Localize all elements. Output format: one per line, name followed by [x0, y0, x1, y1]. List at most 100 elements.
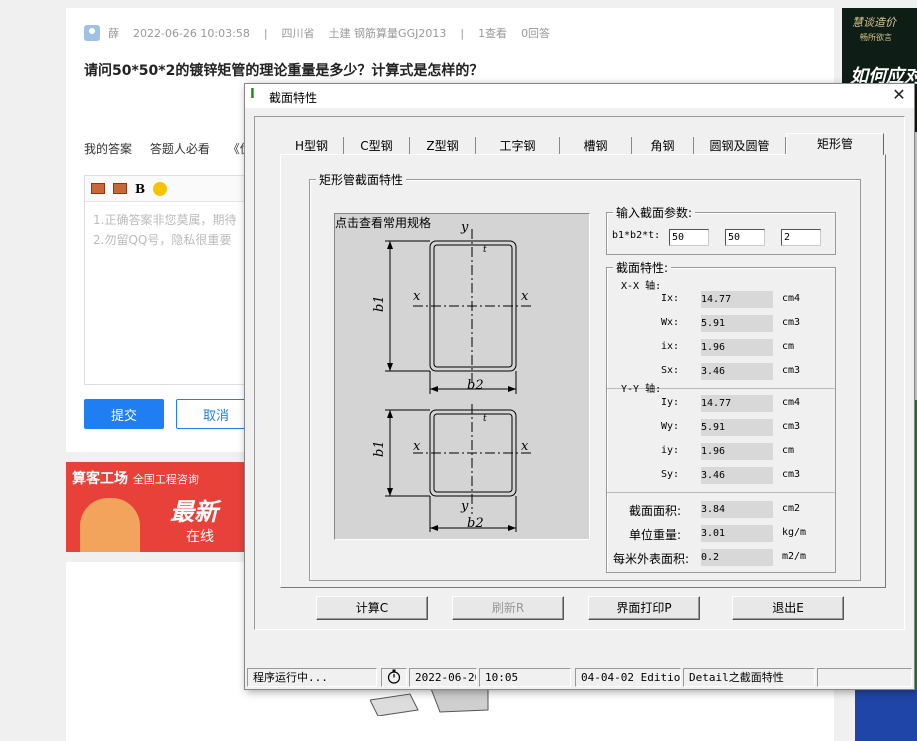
properties-title: 截面特性: [613, 259, 672, 276]
image-icon[interactable] [91, 183, 105, 194]
dim-label-b2: b2 [467, 516, 484, 531]
tab-c-steel[interactable]: C型钢 [344, 137, 410, 155]
iy-label: Iy: [661, 397, 680, 408]
params-label: b1*b2*t: [612, 230, 661, 241]
view-count: 1查看 [478, 27, 508, 40]
tab-h-steel[interactable]: H型钢 [280, 137, 344, 155]
radius-y-label: iy: [661, 445, 680, 456]
avatar[interactable] [84, 25, 100, 41]
section-diagram[interactable]: 点击查看常用规格 y x x b2 b1 t x x y b2 b1 t [334, 213, 590, 540]
banner-headline: 最新 [170, 498, 218, 526]
exit-button[interactable]: 退出E [732, 596, 844, 620]
radius-x-unit: cm [782, 341, 795, 352]
status-edition: 04-04-02 Edition [575, 668, 681, 687]
dim-label-b2: b2 [467, 378, 484, 393]
banner-figure [80, 498, 140, 552]
status-detail: Detail之截面特性 [683, 668, 815, 687]
answer-tabs: 我的答案 答题人必看 《优 [84, 140, 266, 157]
wy-label: Wy: [661, 421, 680, 432]
ix-label: Ix: [661, 293, 680, 304]
surface-area-value: 0.2 [701, 549, 773, 566]
tab-my-answer[interactable]: 我的答案 [84, 142, 132, 156]
answer-count: 0回答 [521, 27, 551, 40]
tab-angle[interactable]: 角钢 [632, 137, 694, 155]
radius-x-value: 1.96 [701, 339, 773, 356]
tab-channel[interactable]: 槽钢 [560, 137, 632, 155]
surface-area-label: 每米外表面积: [613, 552, 690, 566]
radius-x-label: ix: [661, 341, 680, 352]
iy-unit: cm4 [782, 397, 801, 408]
ix-unit: cm4 [782, 293, 801, 304]
refresh-button[interactable]: 刷新R [452, 596, 564, 620]
region: 四川省 [281, 27, 315, 40]
wy-value: 5.91 [701, 419, 773, 436]
sx-unit: cm3 [782, 365, 801, 376]
surface-area-unit: m2/m [782, 551, 807, 562]
thickness-label: t [483, 414, 487, 424]
tab-round[interactable]: 圆钢及圆管 [694, 137, 786, 155]
radius-y-unit: cm [782, 445, 795, 456]
dialog-title: 截面特性 [269, 91, 318, 105]
meta-separator: | [263, 26, 268, 40]
thickness-label: t [483, 245, 487, 255]
placeholder-line: 1.正确答案非您莫属，期待 [93, 213, 237, 227]
answer-editor[interactable]: B 1.正确答案非您莫属，期待 2.勿留QQ号，隐私很重要 [84, 175, 264, 385]
status-date: 2022-06-26 [409, 668, 477, 687]
tab-i-beam[interactable]: 工字钢 [476, 137, 560, 155]
editor-placeholder[interactable]: 1.正确答案非您莫属，期待 2.勿留QQ号，隐私很重要 [85, 202, 263, 258]
axis-label-x: x [521, 289, 529, 304]
timer-icon-cell [381, 668, 407, 687]
stopwatch-icon [387, 669, 401, 684]
profile-tabs: H型钢 C型钢 Z型钢 工字钢 槽钢 角钢 圆钢及圆管 矩形管 [280, 133, 885, 155]
dim-label-b1: b1 [372, 440, 387, 457]
status-state: 程序运行中... [247, 668, 377, 687]
section-properties-dialog: I 截面特性 ✕ H型钢 C型钢 Z型钢 工字钢 槽钢 角钢 圆钢及圆管 矩形管… [244, 83, 915, 690]
post-datetime: 2022-06-26 10:03:58 [133, 26, 250, 40]
t-input[interactable]: 2 [781, 229, 821, 246]
editor-toolbar: B [85, 176, 263, 202]
side-ad-logo-text: 慧谈造价 [852, 16, 896, 29]
axis-label-x: x [413, 439, 421, 454]
tab-rect-tube[interactable]: 矩形管 [786, 133, 884, 155]
b1-input[interactable]: 50 [669, 229, 709, 246]
axis-label-y: y [460, 499, 469, 514]
iy-value: 14.77 [701, 395, 773, 412]
calculate-button[interactable]: 计算C [316, 596, 428, 620]
close-icon[interactable]: ✕ [890, 86, 908, 104]
area-unit: cm2 [782, 503, 801, 514]
unit-weight-unit: kg/m [782, 527, 807, 538]
wx-value: 5.91 [701, 315, 773, 332]
app-icon: I [250, 87, 255, 102]
submit-button[interactable]: 提交 [84, 399, 164, 429]
status-extra [817, 668, 912, 687]
ix-value: 14.77 [701, 291, 773, 308]
axis-label-x: x [521, 439, 529, 454]
tab-z-steel[interactable]: Z型钢 [410, 137, 476, 155]
group-title: 矩形管截面特性 [316, 171, 407, 188]
author-name[interactable]: 薛 [108, 25, 119, 41]
axis-label-x: x [413, 289, 421, 304]
wx-unit: cm3 [782, 317, 801, 328]
bold-button[interactable]: B [135, 182, 145, 196]
print-button[interactable]: 界面打印P [588, 596, 700, 620]
sy-value: 3.46 [701, 467, 773, 484]
area-value: 3.84 [701, 501, 773, 518]
side-ad-strip [855, 690, 917, 741]
status-bar: 程序运行中... 2022-06-26 10:05 04-04-02 Editi… [245, 665, 914, 689]
input-params-title: 输入截面参数: [613, 204, 696, 221]
placeholder-line: 2.勿留QQ号，隐私很重要 [93, 233, 232, 247]
dialog-titlebar[interactable]: I 截面特性 ✕ [245, 84, 914, 108]
unit-weight-label: 单位重量: [629, 528, 682, 542]
meta-separator: | [460, 26, 465, 40]
ad-banner[interactable]: 算客工场 全国工程咨询 最新 在线 [66, 462, 244, 552]
illustration-hand [370, 686, 489, 716]
category[interactable]: 土建 钢筋算量GGJ2013 [329, 25, 447, 41]
wy-unit: cm3 [782, 421, 801, 432]
section-drawing: y x x b2 b1 t x x y b2 b1 t [372, 220, 533, 532]
b2-input[interactable]: 50 [725, 229, 765, 246]
wx-label: Wx: [661, 317, 680, 328]
gallery-icon[interactable] [113, 183, 127, 194]
emoji-icon[interactable] [153, 181, 168, 196]
tab-answer-rules[interactable]: 答题人必看 [150, 142, 210, 156]
banner-subline: 在线 [186, 529, 214, 545]
